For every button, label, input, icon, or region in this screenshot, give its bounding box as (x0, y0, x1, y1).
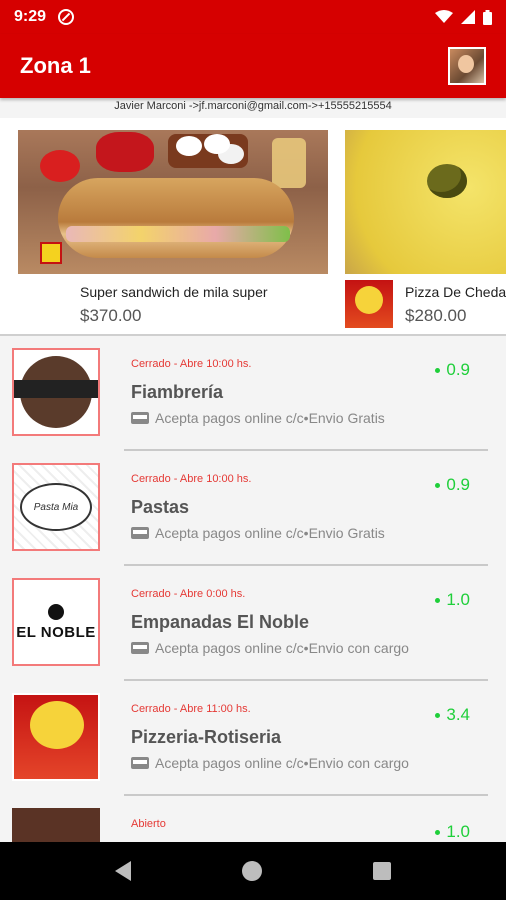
credit-card-icon (131, 412, 149, 424)
store-status: Cerrado - Abre 11:00 hs. (131, 703, 251, 715)
store-logo (12, 808, 100, 842)
featured-carousel[interactable]: Super sandwich de mila super $370.00 Piz… (0, 118, 506, 334)
store-item[interactable]: Cerrado - Abre 11:00 hs. Pizzeria-Rotise… (0, 681, 506, 796)
payment-info: Acepta pagos online c/c (155, 755, 304, 771)
store-status: Abierto (131, 818, 166, 830)
store-rating: 0.9 (435, 360, 470, 380)
payment-info: Acepta pagos online c/c (155, 525, 304, 541)
rating-dot-icon (435, 712, 441, 718)
store-name: Pizzeria-Rotiseria (131, 727, 282, 747)
product-name: Super sandwich de mila super (80, 284, 268, 300)
credit-card-icon (131, 642, 149, 654)
store-info: Acepta pagos online c/c • Envio Gratis (131, 410, 385, 426)
shipping-info: Envio con cargo (308, 755, 409, 771)
product-price: $280.00 (405, 306, 467, 325)
store-item[interactable]: Cerrado - Abre 10:00 hs. Fiambrería Acep… (0, 336, 506, 451)
store-logo-thumbnail (345, 280, 393, 328)
store-info: Acepta pagos online c/c • Envio con carg… (131, 755, 409, 771)
status-time: 9:29 (14, 8, 47, 25)
avatar[interactable] (448, 47, 486, 85)
store-item[interactable]: Pasta Mia Cerrado - Abre 10:00 hs. Pasta… (0, 451, 506, 566)
store-rating: 1.0 (435, 822, 470, 842)
rating-dot-icon (435, 597, 441, 603)
store-name: Fiambrería (131, 382, 224, 402)
signal-icon (461, 10, 475, 24)
status-bar: 9:29 (0, 0, 506, 34)
wifi-icon (435, 10, 453, 23)
rating-dot-icon (435, 367, 441, 373)
product-price: $370.00 (80, 306, 142, 325)
product-name: Pizza De Cheda (405, 284, 506, 300)
payment-info: Acepta pagos online c/c (155, 640, 304, 656)
credit-card-icon (131, 757, 149, 769)
battery-icon (483, 9, 492, 25)
store-rating: 0.9 (435, 475, 470, 495)
shipping-info: Envio Gratis (308, 525, 385, 541)
rating-dot-icon (435, 829, 441, 835)
shipping-info: Envio con cargo (308, 640, 409, 656)
store-logo (12, 348, 100, 436)
app-bar: Zona 1 (0, 34, 506, 98)
back-icon[interactable] (115, 861, 132, 881)
store-name: Empanadas El Noble (131, 612, 310, 632)
product-image (345, 130, 506, 274)
featured-product-card[interactable]: Pizza De Cheda $280.00 (345, 130, 506, 328)
credit-card-icon (131, 527, 149, 539)
store-item[interactable]: EL NOBLE Cerrado - Abre 0:00 hs. Empanad… (0, 566, 506, 681)
store-info: Acepta pagos online c/c • Envio con carg… (131, 640, 409, 656)
store-rating: 1.0 (435, 590, 470, 610)
home-icon[interactable] (241, 861, 262, 881)
store-name: Pastas (131, 497, 190, 517)
store-logo: Pasta Mia (12, 463, 100, 551)
rating-dot-icon (435, 482, 441, 488)
page-title: Zona 1 (20, 53, 91, 78)
store-logo (12, 693, 100, 781)
store-info: Acepta pagos online c/c • Envio Gratis (131, 525, 385, 541)
shipping-info: Envio Gratis (308, 410, 385, 426)
system-nav-bar (0, 842, 506, 900)
do-not-disturb-icon (58, 9, 75, 25)
store-rating: 3.4 (435, 705, 470, 725)
store-item[interactable]: Abierto 1.0 (0, 796, 506, 842)
product-image (18, 130, 328, 274)
store-status: Cerrado - Abre 10:00 hs. (131, 473, 252, 485)
store-status: Cerrado - Abre 10:00 hs. (131, 358, 252, 370)
featured-product-card[interactable]: Super sandwich de mila super $370.00 (18, 130, 328, 326)
store-list[interactable]: Cerrado - Abre 10:00 hs. Fiambrería Acep… (0, 336, 506, 842)
recent-apps-icon[interactable] (372, 862, 391, 880)
contact-info: Javier Marconi ->jf.marconi@gmail.com->+… (114, 100, 392, 112)
store-logo: EL NOBLE (12, 578, 100, 666)
store-status: Cerrado - Abre 0:00 hs. (131, 588, 246, 600)
payment-info: Acepta pagos online c/c (155, 410, 304, 426)
